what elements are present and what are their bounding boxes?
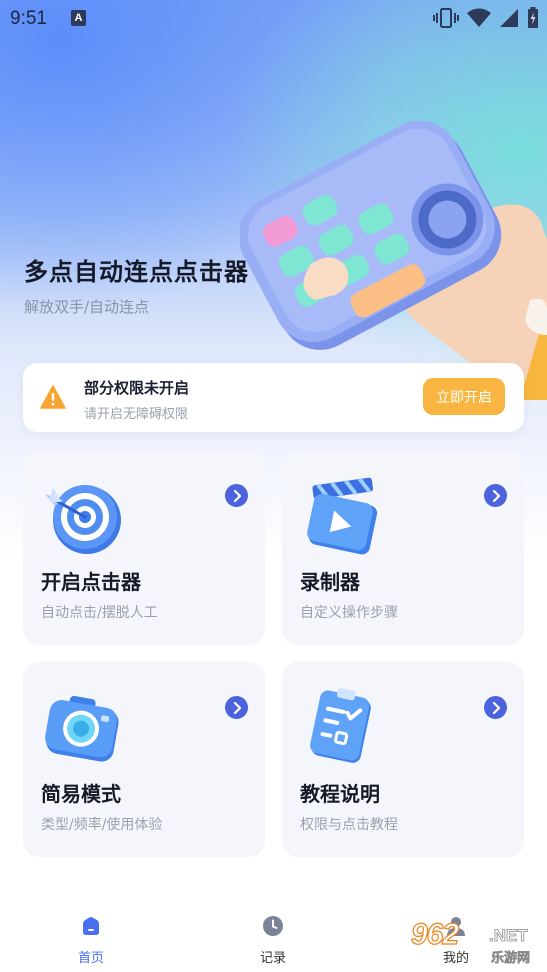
vibrate-icon <box>433 8 459 28</box>
status-time: 9:51 <box>10 8 47 29</box>
battery-icon <box>528 7 538 28</box>
card-recorder[interactable]: 录制器 自定义操作步骤 <box>282 450 524 645</box>
chevron-right-icon[interactable] <box>484 696 507 719</box>
chevron-right-icon[interactable] <box>225 484 248 507</box>
checklist-icon <box>310 687 371 763</box>
chevron-right-icon[interactable] <box>484 484 507 507</box>
site-watermark: 962 .NET 乐游网 <box>410 917 541 970</box>
remote-control-illustration <box>240 120 547 400</box>
page-subtitle: 解放双手/自动连点 <box>24 298 150 316</box>
clapperboard-icon <box>307 477 378 555</box>
card-start-clicker[interactable]: 开启点击器 自动点击/摆脱人工 <box>23 450 265 645</box>
card-tutorial[interactable]: 教程说明 权限与点击教程 <box>282 662 524 857</box>
card-title: 开启点击器 <box>41 570 141 594</box>
card-subtitle: 自定义操作步骤 <box>300 605 398 621</box>
notification-icon: A <box>71 10 86 26</box>
card-subtitle: 类型/频率/使用体验 <box>41 817 163 833</box>
permission-subtitle: 请开启无障碍权限 <box>84 407 189 422</box>
card-title: 教程说明 <box>300 782 380 806</box>
card-subtitle: 自动点击/摆脱人工 <box>41 605 158 621</box>
card-simple-mode[interactable]: 简易模式 类型/频率/使用体验 <box>23 662 265 857</box>
status-bar: 9:51 A <box>0 0 547 38</box>
watermark-site-name: 乐游网 <box>491 951 531 967</box>
clock-icon <box>263 916 283 936</box>
permission-title: 部分权限未开启 <box>84 379 190 397</box>
chevron-right-icon[interactable] <box>225 696 248 719</box>
enable-permission-button[interactable]: 立即开启 <box>423 378 505 415</box>
nav-records[interactable]: 记录 <box>233 915 313 966</box>
home-icon <box>83 917 99 935</box>
watermark-domain: .NET <box>489 926 529 946</box>
warning-icon <box>40 385 66 409</box>
camera-icon <box>45 695 119 762</box>
signal-icon <box>500 9 518 27</box>
card-title: 录制器 <box>300 570 360 594</box>
watermark-number: 962 <box>410 917 459 951</box>
wifi-icon <box>467 8 491 27</box>
permission-warning-card: 部分权限未开启 请开启无障碍权限 立即开启 <box>23 363 524 432</box>
nav-home[interactable]: 首页 <box>51 915 131 966</box>
page-title: 多点自动连点点击器 <box>24 258 249 286</box>
target-icon <box>45 485 121 554</box>
card-title: 简易模式 <box>41 782 121 806</box>
nav-label: 记录 <box>259 951 286 966</box>
nav-label: 首页 <box>77 951 104 966</box>
card-subtitle: 权限与点击教程 <box>300 817 398 833</box>
status-icons <box>433 7 539 29</box>
